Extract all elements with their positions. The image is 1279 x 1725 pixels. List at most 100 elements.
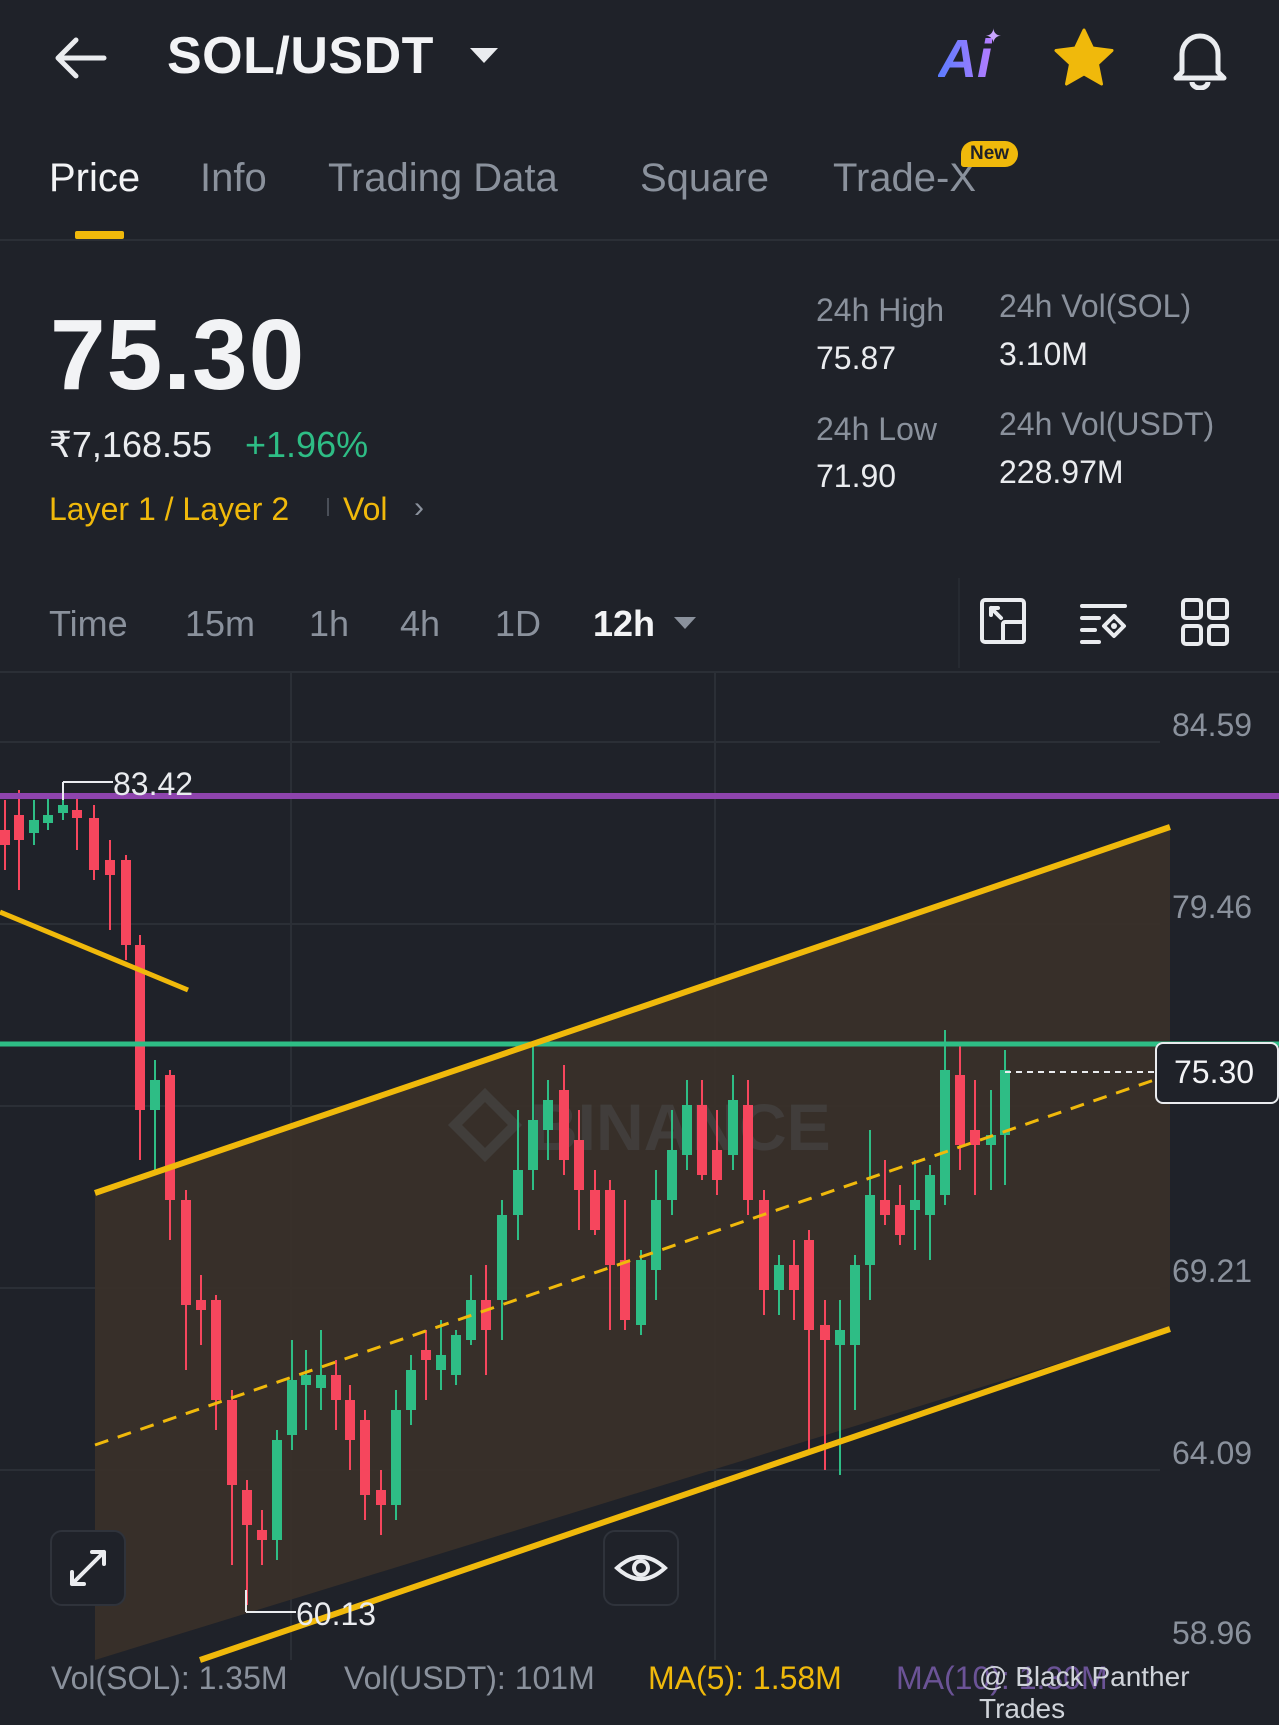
- stat-vol-sol-label: 24h Vol(SOL): [999, 288, 1192, 324]
- interval-15m[interactable]: 15m: [185, 603, 255, 645]
- stat-high-label: 24h High: [816, 292, 945, 328]
- candle-body: [376, 1490, 386, 1505]
- interval-4h[interactable]: 4h: [400, 603, 440, 645]
- candle-body: [559, 1090, 569, 1160]
- expand-icon: [70, 1550, 106, 1586]
- stat-vol-sol-value: 3.10M: [999, 336, 1088, 372]
- interval-1h[interactable]: 1h: [309, 603, 349, 645]
- back-arrow-icon[interactable]: [50, 28, 110, 88]
- candle-body: [406, 1370, 416, 1410]
- indicator-settings-icon[interactable]: [1079, 596, 1129, 648]
- active-tab-indicator: [75, 231, 124, 239]
- candle-body: [105, 860, 115, 875]
- candle-body: [242, 1490, 252, 1525]
- credit-watermark: @ Black Panther Trades: [979, 1661, 1190, 1724]
- chart-resize-icon[interactable]: [979, 596, 1029, 648]
- candle-body: [804, 1240, 814, 1330]
- candle-body: [227, 1400, 237, 1485]
- volume-sol: Vol(SOL): 1.35M: [51, 1660, 288, 1696]
- axis-label-69-21: 69.21: [1172, 1253, 1252, 1289]
- grid-layout-icon[interactable]: [1180, 596, 1230, 648]
- pair-title[interactable]: SOL/USDT: [167, 26, 434, 86]
- candle-body: [165, 1075, 175, 1200]
- axis-label-84-59: 84.59: [1172, 707, 1252, 743]
- vol-tag[interactable]: Vol: [343, 491, 387, 528]
- candle-body: [865, 1195, 875, 1265]
- divider: [958, 578, 960, 668]
- candle-body: [58, 805, 68, 813]
- tab-price[interactable]: Price: [49, 156, 140, 201]
- bell-icon[interactable]: [1168, 24, 1232, 90]
- candlestick-chart[interactable]: BINANCE 83.42 60.13 84.59 79.46 69.21 64…: [0, 672, 1279, 1672]
- candle-body: [466, 1300, 476, 1340]
- inr-price: ₹7,168.55: [49, 424, 213, 465]
- candle-body: [89, 818, 99, 870]
- tab-info[interactable]: Info: [200, 156, 267, 201]
- candle-body: [121, 860, 131, 945]
- sparkle-icon: ✦: [985, 26, 1002, 48]
- candle-body: [925, 1175, 935, 1215]
- candle-body: [360, 1420, 370, 1495]
- eye-icon: [614, 1555, 668, 1581]
- candle-body: [287, 1380, 297, 1435]
- candle-body: [910, 1200, 920, 1210]
- candle-body: [955, 1075, 965, 1145]
- stat-low-value: 71.90: [816, 458, 897, 494]
- chevron-right-icon[interactable]: ›: [414, 491, 424, 525]
- candle-body: [481, 1300, 491, 1330]
- candle-body: [436, 1355, 446, 1370]
- candle-body: [0, 830, 10, 845]
- caret-down-icon[interactable]: [674, 617, 696, 629]
- candle-body: [543, 1100, 553, 1130]
- candle-body: [1000, 1070, 1010, 1135]
- visibility-toggle-button[interactable]: [603, 1530, 679, 1606]
- axis-label-64-09: 64.09: [1172, 1435, 1252, 1471]
- interval-time[interactable]: Time: [49, 603, 128, 645]
- candle-body: [880, 1200, 890, 1215]
- stat-high-value: 75.87: [816, 340, 897, 376]
- candle-body: [728, 1100, 738, 1155]
- candle-body: [574, 1140, 584, 1190]
- caret-down-icon[interactable]: [470, 48, 498, 63]
- tag-separator: [327, 498, 329, 516]
- star-icon[interactable]: [1052, 26, 1116, 90]
- candle-body: [850, 1265, 860, 1345]
- tab-trading-data[interactable]: Trading Data: [328, 156, 558, 201]
- ai-icon[interactable]: Ai: [938, 28, 992, 90]
- category-tag[interactable]: Layer 1 / Layer 2: [49, 491, 289, 528]
- candle-body: [835, 1330, 845, 1345]
- current-price-tag-label: 75.30: [1174, 1054, 1255, 1090]
- candle-body: [181, 1200, 191, 1305]
- candle-body: [29, 820, 39, 833]
- change-percent: +1.96%: [245, 424, 369, 465]
- candle-body: [421, 1350, 431, 1360]
- volume-ma5: MA(5): 1.58M: [648, 1660, 842, 1696]
- divider: [0, 239, 1279, 241]
- candle-body: [451, 1335, 461, 1375]
- interval-1d[interactable]: 1D: [495, 603, 541, 645]
- low-marker-label: 60.13: [296, 1596, 376, 1632]
- candle-body: [272, 1440, 282, 1540]
- candle-body: [682, 1105, 692, 1155]
- candle-body: [590, 1190, 600, 1230]
- candle-body: [513, 1170, 523, 1215]
- new-badge: New: [961, 141, 1019, 167]
- candle-body: [970, 1130, 980, 1145]
- candle-body: [605, 1190, 615, 1265]
- candle-body: [636, 1260, 646, 1325]
- candle-body: [789, 1265, 799, 1290]
- interval-12h[interactable]: 12h: [593, 603, 655, 645]
- tab-square[interactable]: Square: [640, 156, 769, 201]
- candle-body: [316, 1375, 326, 1388]
- stat-low-label: 24h Low: [816, 411, 937, 447]
- candle-body: [150, 1080, 160, 1110]
- candle-body: [667, 1150, 677, 1200]
- candle-body: [72, 810, 82, 818]
- fullscreen-button[interactable]: [50, 1530, 126, 1606]
- candle-body: [697, 1105, 707, 1175]
- candle-body: [14, 815, 24, 840]
- volume-usdt: Vol(USDT): 101M: [344, 1660, 595, 1696]
- candle-body: [820, 1325, 830, 1340]
- tab-trade-x[interactable]: Trade-X: [833, 156, 976, 201]
- candle-body: [211, 1300, 221, 1400]
